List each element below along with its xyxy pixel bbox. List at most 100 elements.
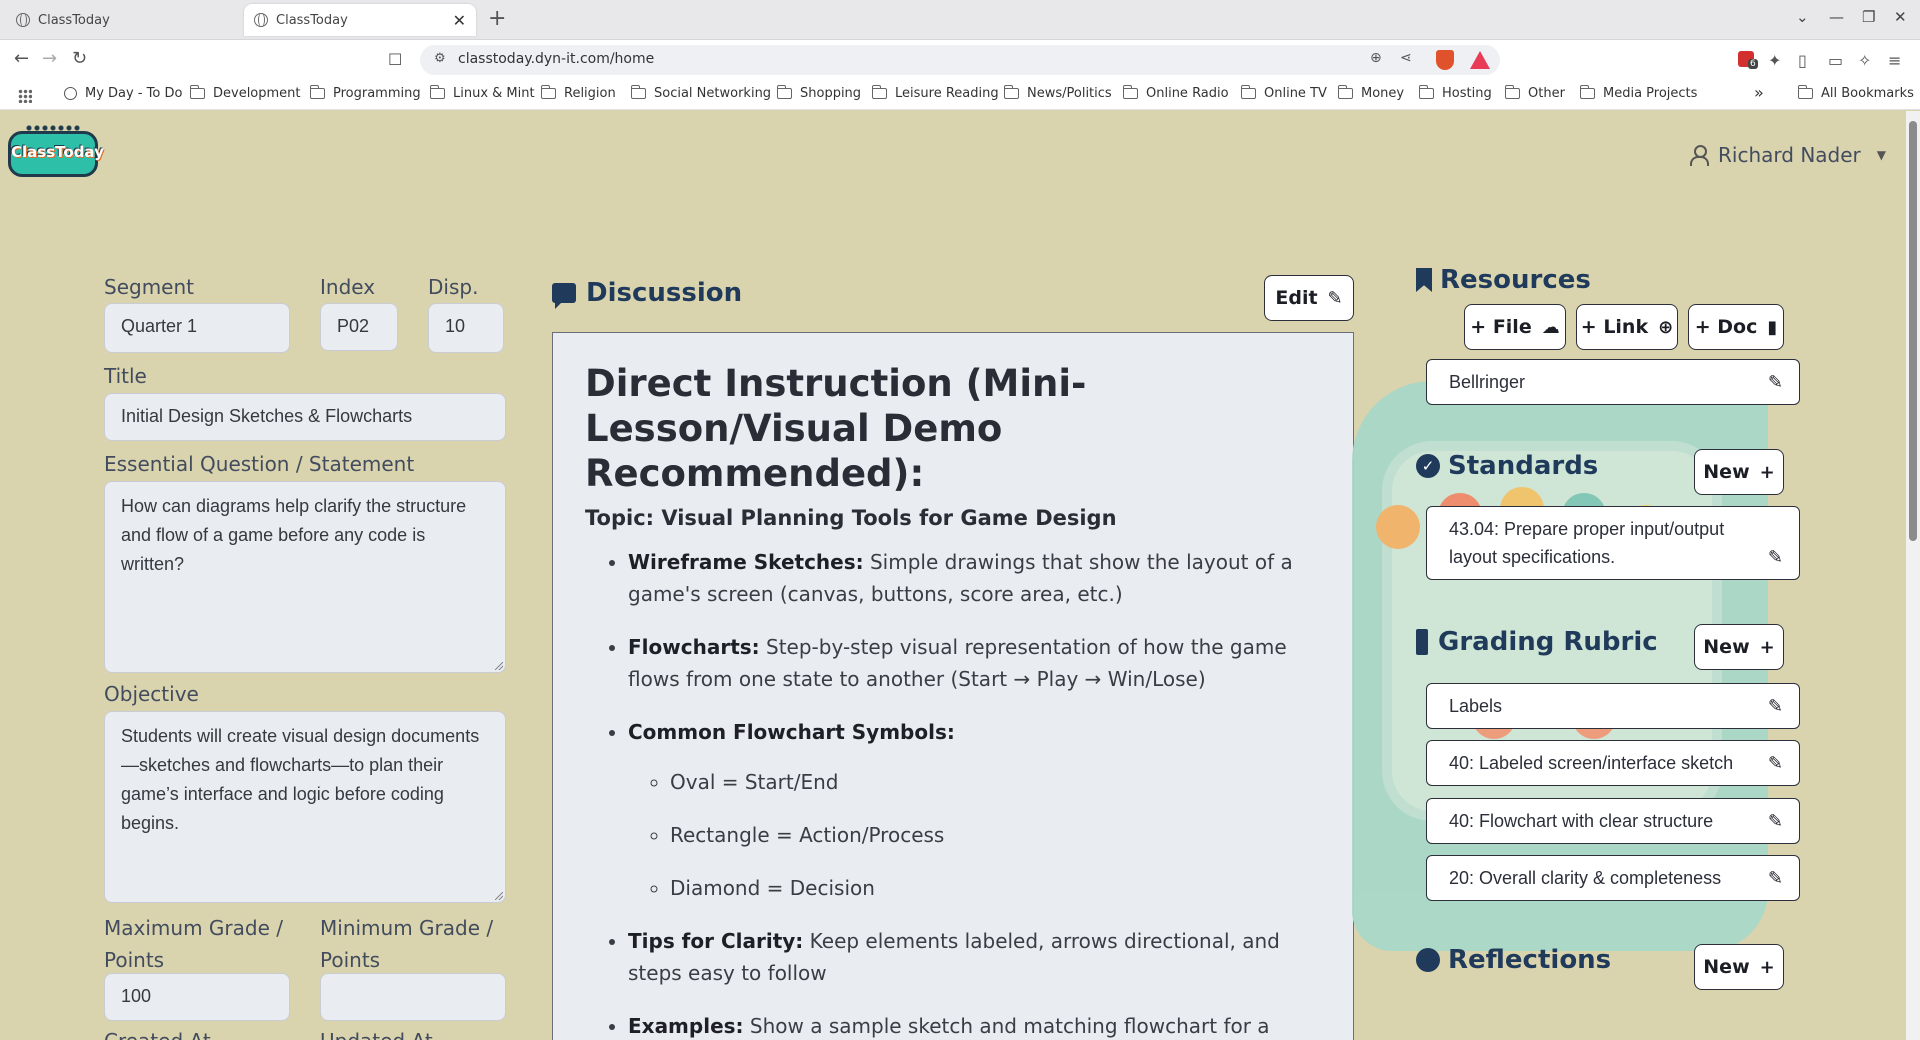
folder-icon	[309, 85, 325, 99]
tab-search-icon[interactable]: ⌄	[1796, 8, 1809, 26]
new-rubric-button[interactable]: New +	[1694, 624, 1784, 670]
bookmark-page-icon[interactable]: ☐	[388, 50, 402, 69]
apps-grid-icon[interactable]	[18, 89, 32, 103]
pencil-icon[interactable]: ✎	[1768, 864, 1783, 892]
rubric-item[interactable]: 20: Overall clarity & completeness ✎	[1426, 855, 1800, 901]
url-text[interactable]: classtoday.dyn-it.com/home	[458, 51, 654, 67]
rubric-item[interactable]: 40: Labeled screen/interface sketch ✎	[1426, 740, 1800, 786]
add-doc-button[interactable]: + Doc ▮	[1688, 304, 1784, 350]
objective-field[interactable]: Students will create visual design docum…	[104, 711, 506, 903]
tab-classtoday-1[interactable]: ClassToday	[6, 4, 238, 36]
minimum-grade-field[interactable]	[320, 973, 506, 1021]
cloud-upload-icon: ☁	[1541, 316, 1560, 338]
maximize-button[interactable]: ❐	[1862, 8, 1875, 26]
folder-icon	[429, 85, 445, 99]
edit-label: Edit	[1275, 287, 1318, 309]
bookmark-folder-social-networking[interactable]: Social Networking	[630, 85, 771, 101]
all-bookmarks-folder[interactable]: All Bookmarks	[1797, 85, 1914, 101]
reload-icon[interactable]: ↻	[72, 48, 87, 69]
bookmark-folder-development[interactable]: Development	[189, 85, 301, 101]
bookmark-folder-religion[interactable]: Religion	[540, 85, 616, 101]
minimum-grade-label: Minimum Grade / Points	[320, 912, 493, 976]
pencil-icon[interactable]: ✎	[1768, 749, 1783, 777]
bookmark-folder-hosting[interactable]: Hosting	[1418, 85, 1492, 101]
leo-ai-icon[interactable]: ✧	[1858, 51, 1871, 70]
back-icon[interactable]: ←	[14, 48, 29, 69]
new-tab-button[interactable]: +	[488, 6, 506, 31]
bookmark-my-day[interactable]: My Day - To Do	[64, 86, 182, 101]
bookmark-folder-media-projects[interactable]: Media Projects	[1579, 85, 1697, 101]
new-reflection-button[interactable]: New +	[1694, 944, 1784, 990]
maximum-grade-field[interactable]: 100	[104, 973, 290, 1021]
folder-icon	[1337, 85, 1353, 99]
user-menu[interactable]: Richard Nader ▼	[1690, 143, 1886, 167]
menu-icon[interactable]: ≡	[1888, 51, 1901, 70]
tab-strip: ClassToday ClassToday ✕ + ⌄ — ❐ ✕	[0, 0, 1920, 40]
folder-icon	[630, 85, 646, 99]
caret-down-icon: ▼	[1876, 148, 1886, 162]
bookmark-folder-linux-mint[interactable]: Linux & Mint	[429, 85, 535, 101]
mascot-dot	[1376, 505, 1420, 549]
close-tab-icon[interactable]: ✕	[453, 11, 466, 30]
discussion-list: Wireframe Sketches: Simple drawings that…	[585, 546, 1321, 1040]
tab-classtoday-2[interactable]: ClassToday ✕	[244, 4, 476, 36]
add-file-button[interactable]: + File ☁	[1464, 304, 1566, 350]
scrollbar-thumb[interactable]	[1909, 121, 1917, 541]
page-scrollbar[interactable]	[1906, 111, 1920, 1040]
pencil-icon[interactable]: ✎	[1768, 368, 1783, 396]
discussion-heading: Discussion	[552, 278, 742, 309]
bookmark-folder-other[interactable]: Other	[1504, 85, 1565, 101]
minimize-button[interactable]: —	[1829, 8, 1844, 26]
forward-icon[interactable]: →	[42, 48, 57, 69]
list-item: Examples: Show a sample sketch and match…	[628, 1010, 1321, 1040]
pencil-icon[interactable]: ✎	[1768, 692, 1783, 720]
pencil-icon[interactable]: ✎	[1768, 807, 1783, 835]
zoom-icon[interactable]: ⊕	[1370, 50, 1382, 66]
wallet-icon[interactable]: ▭	[1828, 51, 1843, 70]
more-bookmarks-chevron-icon[interactable]: »	[1754, 83, 1764, 102]
new-standard-button[interactable]: New +	[1694, 449, 1784, 495]
bookmark-folder-news-politics[interactable]: News/Politics	[1003, 85, 1112, 101]
bookmark-folder-online-tv[interactable]: Online TV	[1240, 85, 1327, 101]
sidebar-icon[interactable]: ▯	[1798, 51, 1807, 70]
symbol-item: Rectangle = Action/Process	[670, 819, 1321, 851]
standards-heading: ✓ Standards	[1416, 451, 1598, 481]
extension-pdf-icon[interactable]: 6	[1738, 51, 1758, 71]
rubric-item[interactable]: Labels ✎	[1426, 683, 1800, 729]
brave-shields-icon[interactable]	[1436, 50, 1454, 70]
folder-icon	[540, 85, 556, 99]
classtoday-logo[interactable]: ClassToday	[8, 124, 104, 177]
maximum-grade-label-line1: Maximum Grade /	[104, 916, 283, 940]
share-icon[interactable]: ⋖	[1400, 50, 1412, 66]
extensions-icon[interactable]: ✦	[1768, 51, 1781, 70]
brave-rewards-icon[interactable]	[1470, 51, 1490, 69]
standard-item[interactable]: 43.04: Prepare proper input/output layou…	[1426, 506, 1800, 580]
rubric-label: 20: Overall clarity & completeness	[1449, 868, 1722, 888]
bookmark-folder-leisure-reading[interactable]: Leisure Reading	[871, 85, 999, 101]
site-info-icon[interactable]: ⚙	[434, 51, 446, 66]
close-window-button[interactable]: ✕	[1894, 8, 1907, 26]
title-field[interactable]: Initial Design Sketches & Flowcharts	[104, 393, 506, 441]
bookmark-folder-online-radio[interactable]: Online Radio	[1122, 85, 1229, 101]
resize-handle-icon[interactable]	[495, 892, 503, 900]
pencil-icon[interactable]: ✎	[1768, 543, 1783, 571]
bookmark-label: My Day - To Do	[85, 86, 183, 101]
bookmark-label: All Bookmarks	[1821, 86, 1914, 101]
disp-field[interactable]: 10	[428, 303, 504, 353]
resource-item-bellringer[interactable]: Bellringer ✎	[1426, 359, 1800, 405]
bookmark-folder-programming[interactable]: Programming	[309, 85, 421, 101]
page-content: ClassToday Richard Nader ▼ Segment Quart…	[0, 111, 1906, 1040]
add-link-button[interactable]: + Link ⊕	[1576, 304, 1678, 350]
bookmark-folder-shopping[interactable]: Shopping	[776, 85, 861, 101]
essential-question-field[interactable]: How can diagrams help clarify the struct…	[104, 481, 506, 673]
address-bar[interactable]: ⚙ classtoday.dyn-it.com/home ⊕ ⋖	[420, 45, 1500, 75]
edit-discussion-button[interactable]: Edit ✎	[1264, 275, 1354, 321]
bookmark-label: Development	[213, 86, 301, 101]
index-field[interactable]: P02	[320, 303, 398, 351]
rubric-item[interactable]: 40: Flowchart with clear structure ✎	[1426, 798, 1800, 844]
new-label: New	[1703, 956, 1750, 978]
bookmark-folder-money[interactable]: Money	[1337, 85, 1404, 101]
segment-field[interactable]: Quarter 1	[104, 303, 290, 353]
item-bold: Common Flowchart Symbols:	[628, 720, 955, 744]
resize-handle-icon[interactable]	[495, 662, 503, 670]
